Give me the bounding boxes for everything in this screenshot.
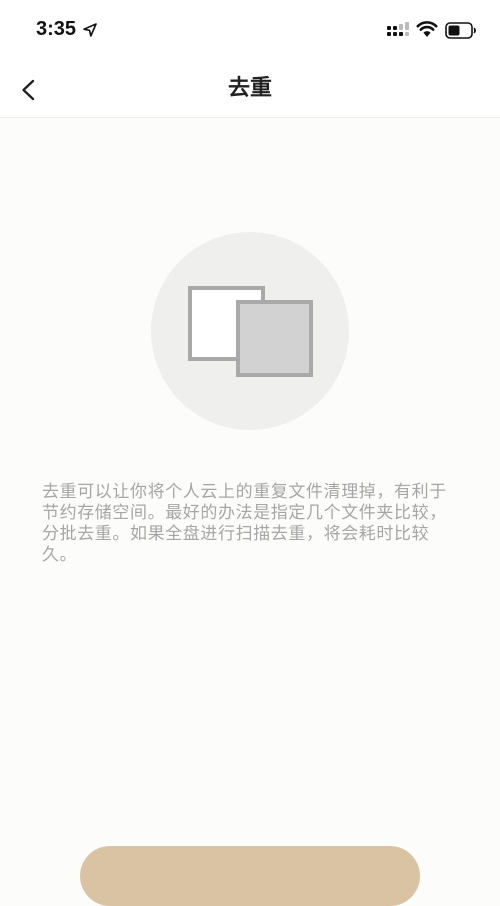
description-text: 去重可以让你将个人云上的重复文件清理掉，有利于节约存储空间。最好的办法是指定几个… bbox=[42, 482, 447, 565]
cellular-signal-icon bbox=[387, 22, 409, 36]
illustration bbox=[151, 232, 349, 430]
status-time: 3:35 bbox=[36, 18, 77, 40]
page-title: 去重 bbox=[227, 76, 272, 101]
location-arrow-icon bbox=[83, 23, 97, 37]
battery-icon bbox=[445, 22, 476, 39]
status-bar: 3:35 bbox=[0, 0, 500, 64]
duplicate-files-icon bbox=[188, 286, 313, 377]
wifi-icon bbox=[416, 21, 438, 37]
start-dedupe-button[interactable] bbox=[80, 846, 420, 906]
nav-bar: 去重 bbox=[0, 64, 500, 118]
